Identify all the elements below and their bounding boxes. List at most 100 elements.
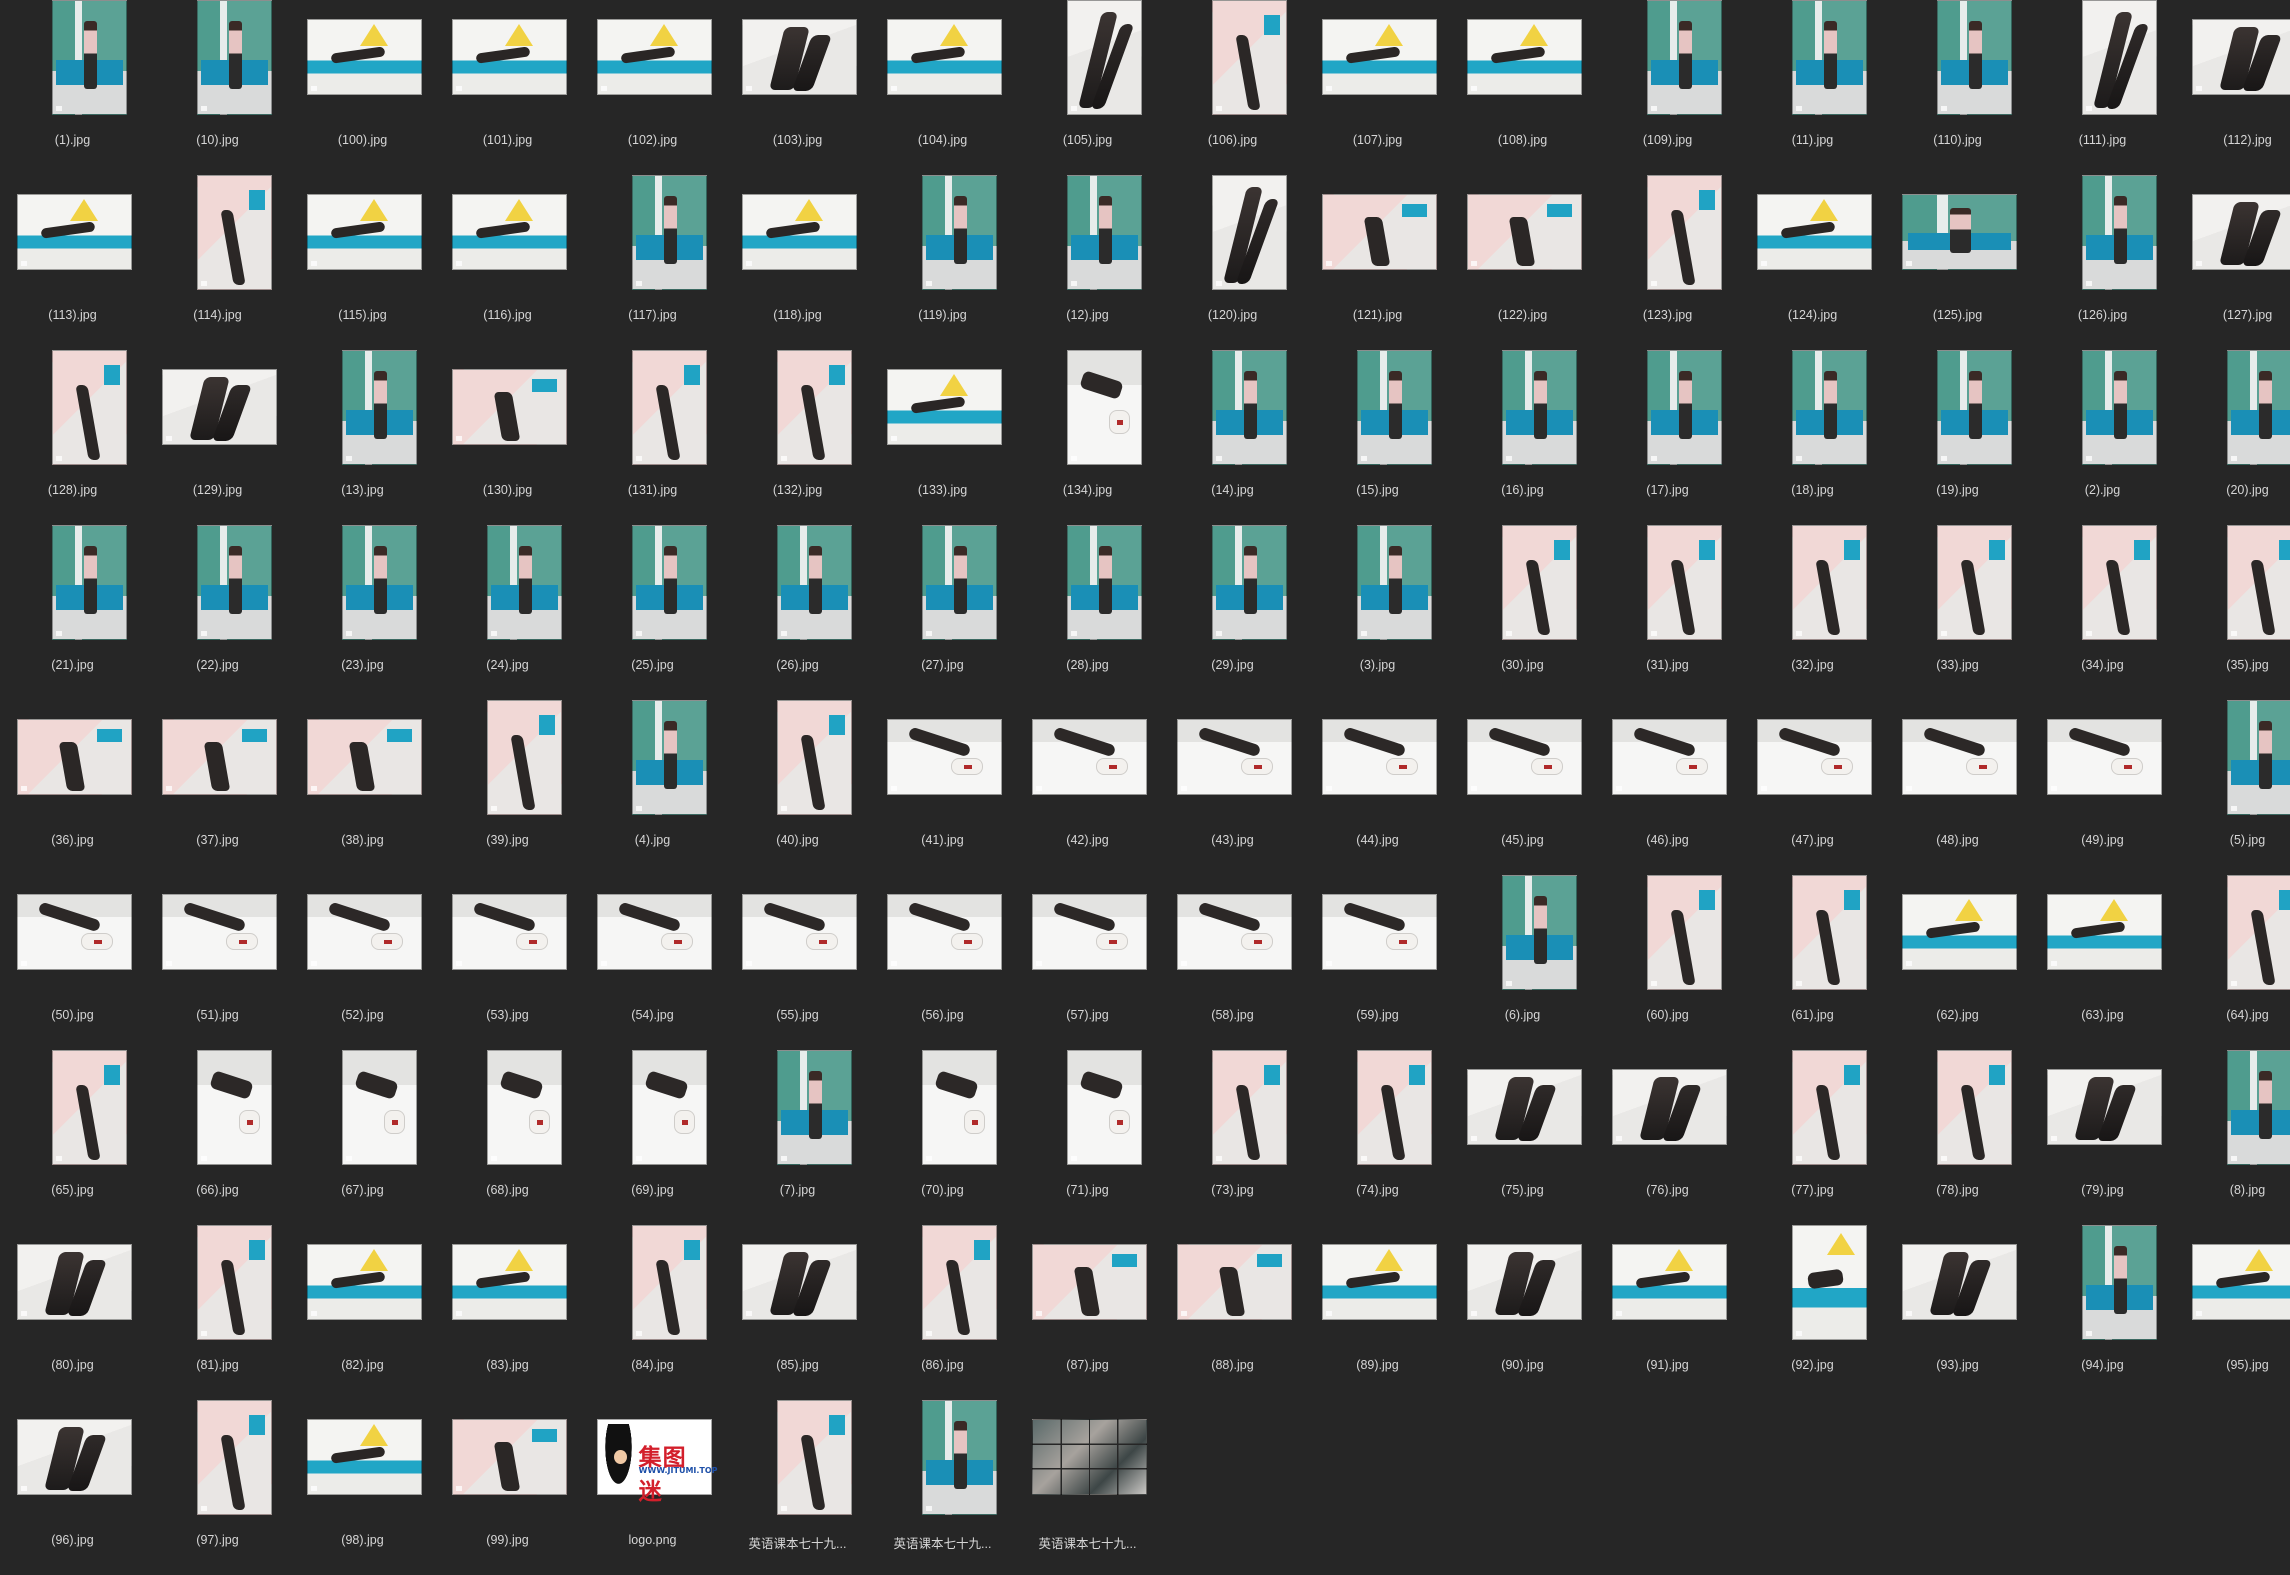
image-thumbnail[interactable]: [452, 369, 567, 445]
file-item[interactable]: (82).jpg: [290, 1225, 435, 1400]
file-item[interactable]: (34).jpg: [2030, 525, 2175, 700]
file-item[interactable]: (3).jpg: [1305, 525, 1450, 700]
image-thumbnail[interactable]: [632, 700, 707, 815]
file-item[interactable]: (93).jpg: [1885, 1225, 2030, 1400]
image-thumbnail[interactable]: [1322, 1244, 1437, 1320]
file-item[interactable]: (128).jpg: [0, 350, 145, 525]
file-item[interactable]: (54).jpg: [580, 875, 725, 1050]
file-item[interactable]: (76).jpg: [1595, 1050, 1740, 1225]
image-thumbnail[interactable]: [1357, 1050, 1432, 1165]
file-item[interactable]: (51).jpg: [145, 875, 290, 1050]
file-item[interactable]: (94).jpg: [2030, 1225, 2175, 1400]
file-item[interactable]: (117).jpg: [580, 175, 725, 350]
file-item[interactable]: (134).jpg: [1015, 350, 1160, 525]
image-thumbnail[interactable]: [2047, 719, 2162, 795]
image-thumbnail[interactable]: [1357, 525, 1432, 640]
file-item[interactable]: (106).jpg: [1160, 0, 1305, 175]
image-thumbnail[interactable]: [1792, 1050, 1867, 1165]
image-thumbnail[interactable]: [1792, 0, 1867, 115]
file-item[interactable]: (17).jpg: [1595, 350, 1740, 525]
file-item[interactable]: (68).jpg: [435, 1050, 580, 1225]
file-item[interactable]: (92).jpg: [1740, 1225, 1885, 1400]
file-item[interactable]: (12).jpg: [1015, 175, 1160, 350]
file-item[interactable]: (18).jpg: [1740, 350, 1885, 525]
image-thumbnail[interactable]: [1937, 1050, 2012, 1165]
file-item[interactable]: (122).jpg: [1450, 175, 1595, 350]
file-item[interactable]: (62).jpg: [1885, 875, 2030, 1050]
image-thumbnail[interactable]: [162, 894, 277, 970]
file-item[interactable]: (58).jpg: [1160, 875, 1305, 1050]
file-item[interactable]: (104).jpg: [870, 0, 1015, 175]
image-thumbnail[interactable]: [17, 894, 132, 970]
image-thumbnail[interactable]: [632, 1225, 707, 1340]
image-thumbnail[interactable]: [1067, 175, 1142, 290]
file-item[interactable]: (115).jpg: [290, 175, 435, 350]
file-item[interactable]: (52).jpg: [290, 875, 435, 1050]
file-item[interactable]: (43).jpg: [1160, 700, 1305, 875]
image-thumbnail[interactable]: [307, 894, 422, 970]
image-thumbnail[interactable]: [197, 1400, 272, 1515]
file-item[interactable]: (108).jpg: [1450, 0, 1595, 175]
image-thumbnail[interactable]: [742, 1244, 857, 1320]
file-item[interactable]: (98).jpg: [290, 1400, 435, 1575]
image-thumbnail[interactable]: [2082, 0, 2157, 115]
file-item[interactable]: (130).jpg: [435, 350, 580, 525]
file-item[interactable]: (87).jpg: [1015, 1225, 1160, 1400]
file-item[interactable]: (81).jpg: [145, 1225, 290, 1400]
image-thumbnail[interactable]: [1467, 1244, 1582, 1320]
image-thumbnail[interactable]: [597, 894, 712, 970]
image-thumbnail[interactable]: [1757, 719, 1872, 795]
image-thumbnail[interactable]: [742, 19, 857, 95]
image-thumbnail[interactable]: [632, 175, 707, 290]
file-item[interactable]: (114).jpg: [145, 175, 290, 350]
file-item[interactable]: (38).jpg: [290, 700, 435, 875]
file-item[interactable]: (41).jpg: [870, 700, 1015, 875]
image-thumbnail[interactable]: [1937, 350, 2012, 465]
image-thumbnail[interactable]: [2192, 1244, 2290, 1320]
file-item[interactable]: (83).jpg: [435, 1225, 580, 1400]
image-thumbnail[interactable]: [1357, 350, 1432, 465]
file-item[interactable]: (97).jpg: [145, 1400, 290, 1575]
file-item[interactable]: (121).jpg: [1305, 175, 1450, 350]
image-thumbnail[interactable]: [2192, 194, 2290, 270]
image-thumbnail[interactable]: [1647, 875, 1722, 990]
image-thumbnail[interactable]: [452, 1244, 567, 1320]
image-thumbnail[interactable]: [1032, 894, 1147, 970]
file-item[interactable]: (4).jpg: [580, 700, 725, 875]
file-item[interactable]: (80).jpg: [0, 1225, 145, 1400]
image-thumbnail[interactable]: [1067, 0, 1142, 115]
file-item[interactable]: (39).jpg: [435, 700, 580, 875]
image-thumbnail[interactable]: [197, 525, 272, 640]
file-item[interactable]: (103).jpg: [725, 0, 870, 175]
image-thumbnail[interactable]: [1902, 1244, 2017, 1320]
file-item[interactable]: (8).jpg: [2175, 1050, 2290, 1225]
file-item[interactable]: (19).jpg: [1885, 350, 2030, 525]
image-thumbnail[interactable]: [632, 1050, 707, 1165]
logo-thumbnail[interactable]: 集图迷 WWW.JITUMI.TOP: [597, 1419, 718, 1505]
file-item[interactable]: (30).jpg: [1450, 525, 1595, 700]
file-item[interactable]: 英语课本七十九...: [725, 1400, 870, 1575]
image-thumbnail[interactable]: [197, 0, 272, 115]
file-item[interactable]: (37).jpg: [145, 700, 290, 875]
file-item[interactable]: (111).jpg: [2030, 0, 2175, 175]
image-thumbnail[interactable]: [1467, 1069, 1582, 1145]
file-item[interactable]: (7).jpg: [725, 1050, 870, 1225]
file-item[interactable]: (27).jpg: [870, 525, 1015, 700]
file-item[interactable]: (67).jpg: [290, 1050, 435, 1225]
image-thumbnail[interactable]: [52, 1050, 127, 1165]
image-thumbnail[interactable]: [2192, 19, 2290, 95]
file-item[interactable]: (60).jpg: [1595, 875, 1740, 1050]
image-thumbnail[interactable]: [1792, 525, 1867, 640]
file-item[interactable]: (29).jpg: [1160, 525, 1305, 700]
image-thumbnail[interactable]: [452, 894, 567, 970]
file-item[interactable]: (40).jpg: [725, 700, 870, 875]
image-thumbnail[interactable]: [307, 19, 422, 95]
file-item[interactable]: (120).jpg: [1160, 175, 1305, 350]
file-item[interactable]: (71).jpg: [1015, 1050, 1160, 1225]
image-thumbnail[interactable]: [1647, 350, 1722, 465]
image-thumbnail[interactable]: [342, 350, 417, 465]
image-thumbnail[interactable]: [2082, 1225, 2157, 1340]
file-item[interactable]: (11).jpg: [1740, 0, 1885, 175]
file-item[interactable]: (48).jpg: [1885, 700, 2030, 875]
file-item[interactable]: (21).jpg: [0, 525, 145, 700]
